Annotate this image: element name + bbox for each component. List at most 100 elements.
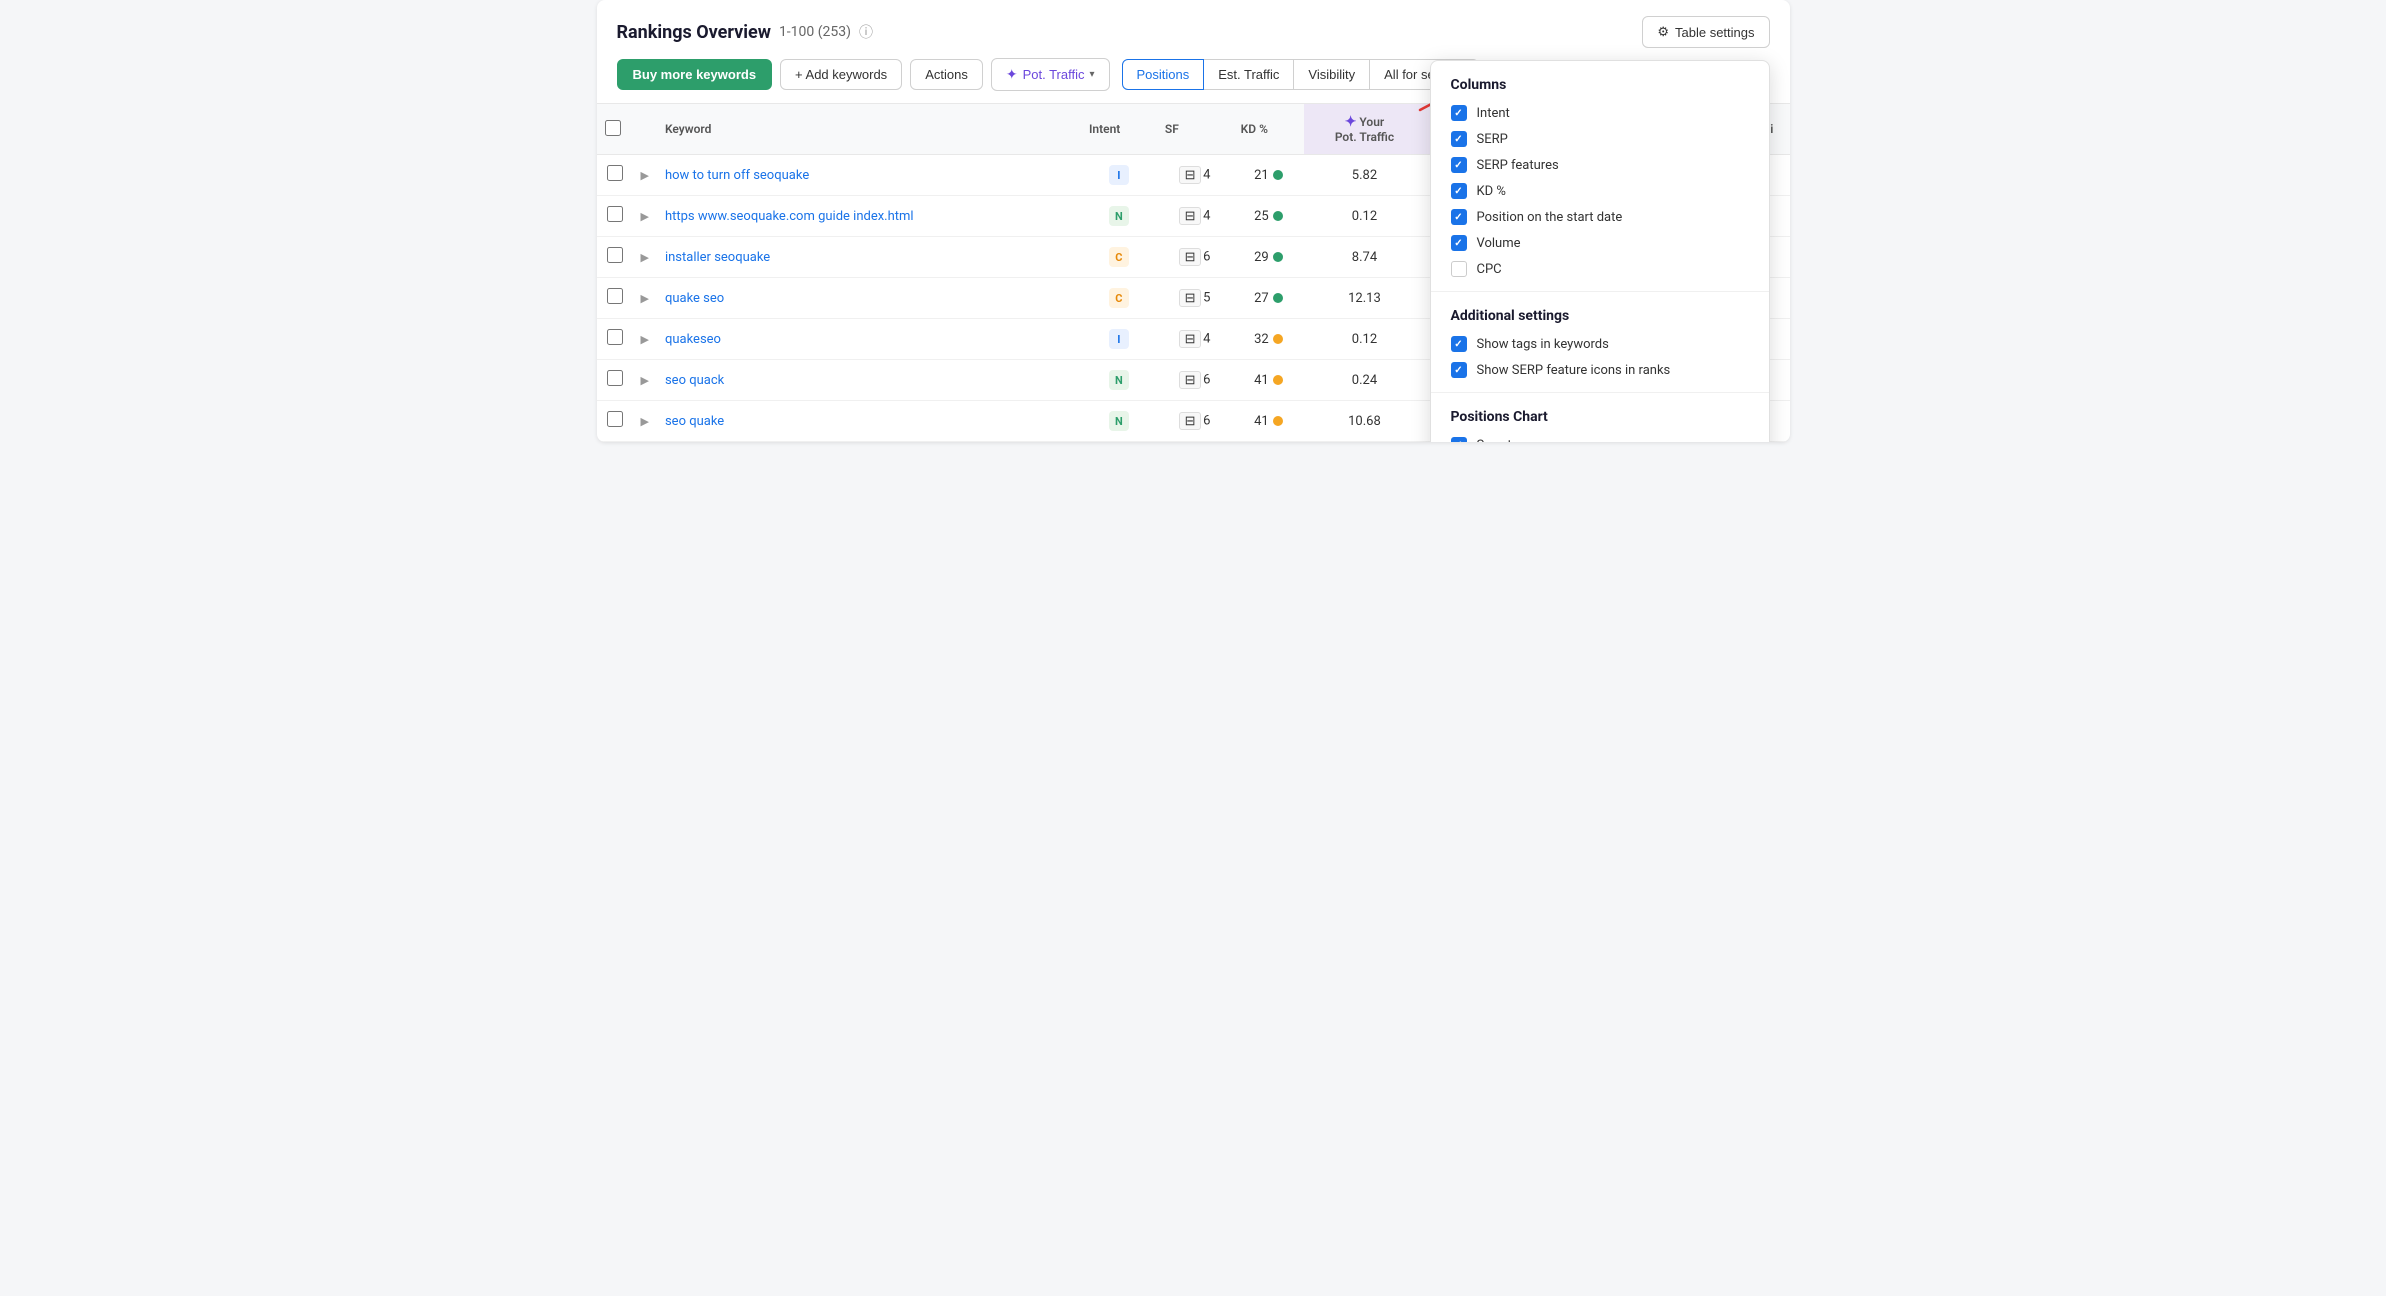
row-checkbox-5[interactable] bbox=[607, 370, 623, 386]
checkbox-position-start: ✓ bbox=[1451, 209, 1467, 225]
expand-icon-1[interactable]: ▶ bbox=[641, 210, 649, 223]
checkbox-kd: ✓ bbox=[1451, 183, 1467, 199]
settings-panel: Columns ✓ Intent ✓ SERP ✓ SERP features … bbox=[1430, 60, 1770, 442]
settings-item-cpc[interactable]: CPC bbox=[1451, 261, 1749, 277]
cell-sf-4: ⊟4 bbox=[1157, 319, 1233, 360]
cell-keyword-1: https www.seoquake.com guide index.html bbox=[657, 196, 1081, 237]
actions-button[interactable]: Actions bbox=[910, 59, 983, 90]
cell-checkbox bbox=[597, 155, 633, 196]
settings-label-position-start: Position on the start date bbox=[1477, 210, 1623, 225]
cell-intent-5: N bbox=[1081, 360, 1157, 401]
settings-item-serp-features[interactable]: ✓ SERP features bbox=[1451, 157, 1749, 173]
keyword-link-5[interactable]: seo quack bbox=[665, 373, 724, 388]
cell-expand: ▶ bbox=[633, 360, 657, 401]
columns-title: Columns bbox=[1451, 77, 1749, 93]
checkbox-serp-features: ✓ bbox=[1451, 157, 1467, 173]
cell-expand: ▶ bbox=[633, 319, 657, 360]
keyword-link-6[interactable]: seo quake bbox=[665, 414, 724, 429]
keyword-link-3[interactable]: quake seo bbox=[665, 291, 724, 306]
intent-badge-5: N bbox=[1109, 370, 1129, 390]
settings-item-show-tags[interactable]: ✓ Show tags in keywords bbox=[1451, 336, 1749, 352]
settings-item-kd[interactable]: ✓ KD % bbox=[1451, 183, 1749, 199]
expand-icon-4[interactable]: ▶ bbox=[641, 333, 649, 346]
cell-checkbox bbox=[597, 196, 633, 237]
expand-icon-2[interactable]: ▶ bbox=[641, 251, 649, 264]
cell-intent-4: I bbox=[1081, 319, 1157, 360]
cell-expand: ▶ bbox=[633, 401, 657, 442]
table-settings-button[interactable]: ⚙ Table settings bbox=[1642, 16, 1769, 48]
intent-badge-0: I bbox=[1109, 165, 1129, 185]
chevron-down-icon: ▾ bbox=[1089, 69, 1094, 80]
tab-positions[interactable]: Positions bbox=[1122, 59, 1205, 90]
cell-kd-3: 27 bbox=[1233, 278, 1304, 319]
cell-expand: ▶ bbox=[633, 155, 657, 196]
table-settings-label: Table settings bbox=[1675, 25, 1755, 40]
positions-chart-section: Positions Chart ✓ Smart zoom bbox=[1431, 393, 1769, 442]
row-checkbox-2[interactable] bbox=[607, 247, 623, 263]
cell-pot-traffic-5: 0.24 bbox=[1304, 360, 1425, 401]
cell-kd-4: 32 bbox=[1233, 319, 1304, 360]
cell-keyword-3: quake seo bbox=[657, 278, 1081, 319]
keyword-link-2[interactable]: installer seoquake bbox=[665, 250, 770, 265]
cell-intent-1: N bbox=[1081, 196, 1157, 237]
keyword-link-0[interactable]: how to turn off seoquake bbox=[665, 168, 809, 183]
cell-checkbox bbox=[597, 278, 633, 319]
row-checkbox-3[interactable] bbox=[607, 288, 623, 304]
expand-icon-5[interactable]: ▶ bbox=[641, 374, 649, 387]
settings-item-position-start[interactable]: ✓ Position on the start date bbox=[1451, 209, 1749, 225]
th-sf: SF bbox=[1157, 104, 1233, 155]
cell-sf-6: ⊟6 bbox=[1157, 401, 1233, 442]
keyword-link-1[interactable]: https www.seoquake.com guide index.html bbox=[665, 209, 914, 224]
th-expand bbox=[633, 104, 657, 155]
settings-item-show-serp-icons[interactable]: ✓ Show SERP feature icons in ranks bbox=[1451, 362, 1749, 378]
cell-keyword-5: seo quack bbox=[657, 360, 1081, 401]
tab-est-traffic[interactable]: Est. Traffic bbox=[1204, 59, 1294, 90]
cell-checkbox bbox=[597, 319, 633, 360]
add-keywords-button[interactable]: + Add keywords bbox=[780, 59, 902, 90]
row-checkbox-6[interactable] bbox=[607, 411, 623, 427]
cell-intent-3: C bbox=[1081, 278, 1157, 319]
expand-icon-0[interactable]: ▶ bbox=[641, 169, 649, 182]
cell-pot-traffic-0: 5.82 bbox=[1304, 155, 1425, 196]
select-all-checkbox[interactable] bbox=[605, 120, 621, 136]
expand-icon-3[interactable]: ▶ bbox=[641, 292, 649, 305]
settings-label-volume: Volume bbox=[1477, 236, 1521, 251]
kd-dot-3 bbox=[1273, 293, 1283, 303]
cell-keyword-0: how to turn off seoquake bbox=[657, 155, 1081, 196]
cell-pot-traffic-2: 8.74 bbox=[1304, 237, 1425, 278]
sf-icon-1: ⊟ bbox=[1179, 207, 1201, 225]
buy-keywords-button[interactable]: Buy more keywords bbox=[617, 59, 773, 90]
tab-visibility[interactable]: Visibility bbox=[1294, 59, 1370, 90]
sf-icon-0: ⊟ bbox=[1179, 166, 1201, 184]
settings-item-smart-zoom[interactable]: ✓ Smart zoom bbox=[1451, 437, 1749, 442]
intent-badge-6: N bbox=[1109, 411, 1129, 431]
settings-label-show-serp-icons: Show SERP feature icons in ranks bbox=[1477, 363, 1671, 378]
intent-badge-2: C bbox=[1109, 247, 1129, 267]
info-icon[interactable]: ⓘ bbox=[859, 22, 873, 42]
cell-sf-0: ⊟4 bbox=[1157, 155, 1233, 196]
cell-expand: ▶ bbox=[633, 196, 657, 237]
row-checkbox-1[interactable] bbox=[607, 206, 623, 222]
settings-item-intent[interactable]: ✓ Intent bbox=[1451, 105, 1749, 121]
page-title: Rankings Overview bbox=[617, 22, 771, 43]
row-checkbox-4[interactable] bbox=[607, 329, 623, 345]
settings-item-serp[interactable]: ✓ SERP bbox=[1451, 131, 1749, 147]
additional-settings-section: Additional settings ✓ Show tags in keywo… bbox=[1431, 292, 1769, 393]
cell-kd-2: 29 bbox=[1233, 237, 1304, 278]
settings-item-volume[interactable]: ✓ Volume bbox=[1451, 235, 1749, 251]
cell-intent-2: C bbox=[1081, 237, 1157, 278]
pot-traffic-button[interactable]: ✦ Pot. Traffic ▾ bbox=[991, 58, 1110, 91]
cell-pot-traffic-4: 0.12 bbox=[1304, 319, 1425, 360]
settings-label-kd: KD % bbox=[1477, 184, 1506, 199]
cell-kd-0: 21 bbox=[1233, 155, 1304, 196]
pot-traffic-label: Pot. Traffic bbox=[1023, 67, 1085, 82]
keyword-link-4[interactable]: quakeseo bbox=[665, 332, 721, 347]
row-checkbox-0[interactable] bbox=[607, 165, 623, 181]
cell-keyword-2: installer seoquake bbox=[657, 237, 1081, 278]
settings-label-show-tags: Show tags in keywords bbox=[1477, 337, 1609, 352]
intent-badge-3: C bbox=[1109, 288, 1129, 308]
cell-sf-1: ⊟4 bbox=[1157, 196, 1233, 237]
columns-section: Columns ✓ Intent ✓ SERP ✓ SERP features … bbox=[1431, 61, 1769, 292]
kd-dot-1 bbox=[1273, 211, 1283, 221]
expand-icon-6[interactable]: ▶ bbox=[641, 415, 649, 428]
